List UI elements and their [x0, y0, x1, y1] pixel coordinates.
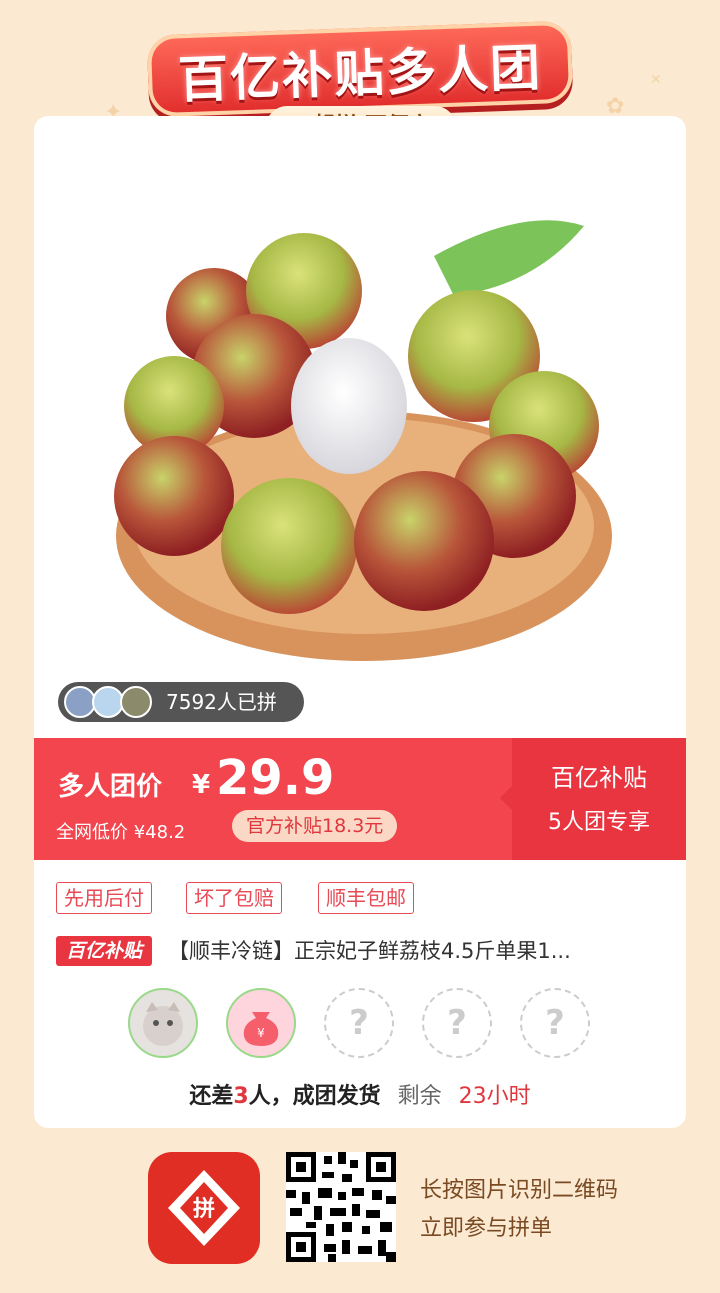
price-bar: 多人团价 ¥ 29.9 全网低价 ¥48.2 官方补贴18.3元 百亿补贴 5人…: [34, 738, 686, 860]
money-bag-icon: ¥: [243, 1012, 279, 1046]
remaining-count: 3: [233, 1084, 249, 1109]
empty-slot: ?: [520, 988, 590, 1058]
footer-line-1: 长按图片识别二维码: [420, 1178, 619, 1203]
cat-avatar-icon: [143, 1002, 183, 1046]
remaining-info: 还差3人，成团发货 剩余 23小时: [34, 1078, 686, 1110]
pinduoduo-logo: 拼: [148, 1152, 260, 1264]
subsidy-panel: 百亿补贴 5人团专享: [500, 738, 686, 860]
price-label: 多人团价: [58, 772, 163, 802]
subsidy-panel-title: 百亿补贴: [551, 764, 647, 792]
banner-title: 百亿补贴多人团: [177, 38, 544, 110]
remaining-time: 23小时: [458, 1084, 531, 1109]
qr-code-icon: [286, 1152, 396, 1262]
product-image[interactable]: [104, 196, 624, 716]
group-buy-card[interactable]: 7592人已拼 多人团价 ¥ 29.9 全网低价 ¥48.2 官方补贴18.3元…: [34, 116, 686, 1128]
empty-slot: ?: [422, 988, 492, 1058]
empty-slot: ?: [324, 988, 394, 1058]
pinduoduo-logo-icon: 拼: [168, 1170, 240, 1246]
footer-instructions: 长按图片识别二维码 立即参与拼单: [420, 1172, 618, 1248]
svg-text:¥: ¥: [257, 1026, 265, 1040]
footer-line-2: 立即参与拼单: [420, 1216, 553, 1241]
subsidy-badge: 官方补贴18.3元: [232, 810, 398, 842]
product-title[interactable]: 【顺丰冷链】正宗妃子鲜荔枝4.5斤单果1...: [168, 936, 668, 966]
remaining-prefix: 还差: [189, 1084, 234, 1109]
group-count-text: 7592人已拼: [166, 690, 277, 714]
avatar: [120, 686, 152, 718]
currency-symbol: ¥: [192, 770, 211, 800]
member-avatar: [128, 988, 198, 1058]
group-price: 29.9: [216, 750, 335, 806]
tag-damage-refund: 坏了包赔: [186, 882, 282, 914]
remaining-suffix: 人，成团发货: [248, 1084, 381, 1109]
qr-code[interactable]: [286, 1152, 396, 1262]
market-low-price: 全网低价 ¥48.2: [56, 822, 186, 843]
subsidy-logo: 百亿补贴: [56, 936, 152, 966]
remaining-time-label: 剩余: [397, 1084, 442, 1109]
tag-pay-later: 先用后付: [56, 882, 152, 914]
member-avatar: ¥: [226, 988, 296, 1058]
sparkle-icon: ✕: [650, 72, 662, 88]
logo-text: 拼: [193, 1196, 215, 1222]
subsidy-panel-subtitle: 5人团专享: [548, 810, 650, 835]
group-count-pill: 7592人已拼: [58, 682, 304, 722]
tag-free-shipping: 顺丰包邮: [318, 882, 414, 914]
